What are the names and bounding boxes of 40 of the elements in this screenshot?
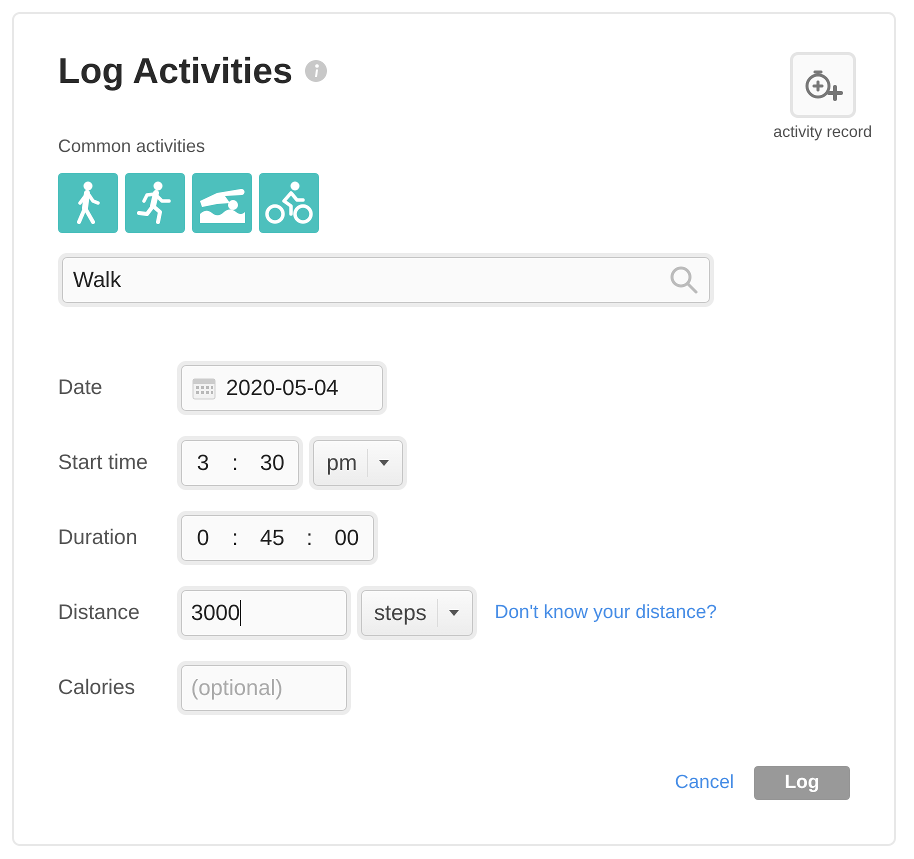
field-value: 3000 <box>191 600 240 626</box>
time-value: 00 <box>334 525 359 551</box>
time-separator: : <box>305 525 314 551</box>
unit-dropdown[interactable]: steps <box>361 590 473 636</box>
search-value: Walk <box>73 267 122 293</box>
field-label: Start time <box>58 451 149 475</box>
page-title: Log Activities <box>58 50 293 92</box>
caret-icon <box>448 609 460 617</box>
activity-tile[interactable] <box>259 173 319 233</box>
activity-tile[interactable] <box>192 173 252 233</box>
field-label: Date <box>58 376 104 400</box>
activity-tile[interactable] <box>58 173 118 233</box>
field-label: Distance <box>58 601 141 625</box>
calendar-icon[interactable] <box>192 376 216 400</box>
date-value: 2020-05-04 <box>226 375 339 401</box>
caret-icon <box>378 459 390 467</box>
time-value: 45 <box>260 525 284 551</box>
search-field[interactable]: Walk <box>62 257 710 303</box>
time-value: 3 <box>196 450 210 476</box>
section-label: Common activities <box>58 136 206 157</box>
time-value: 30 <box>260 450 284 476</box>
time-separator: : <box>230 450 240 476</box>
field-label: Duration <box>58 526 138 550</box>
time-field[interactable]: 0 : 45 : 00 <box>181 515 374 561</box>
unit-dropdown[interactable]: pm <box>313 440 404 486</box>
field-placeholder: (optional) <box>191 675 283 701</box>
activity-record-button[interactable] <box>790 52 856 118</box>
text-cursor <box>240 600 241 626</box>
cyclist-icon <box>264 181 314 225</box>
activity-record-label: activity record <box>773 124 872 142</box>
number-field[interactable]: 3000 <box>181 590 347 636</box>
date-field[interactable]: 2020-05-04 <box>181 365 383 411</box>
time-value: 0 <box>196 525 210 551</box>
stopwatch-plus-icon <box>802 68 843 102</box>
time-field[interactable]: 3 : 30 <box>181 440 300 486</box>
time-separator: : <box>230 525 240 551</box>
field-label: Calories <box>58 676 136 700</box>
info-icon[interactable] <box>304 60 327 82</box>
search-icon[interactable] <box>669 265 699 295</box>
activity-tile[interactable] <box>125 173 185 233</box>
